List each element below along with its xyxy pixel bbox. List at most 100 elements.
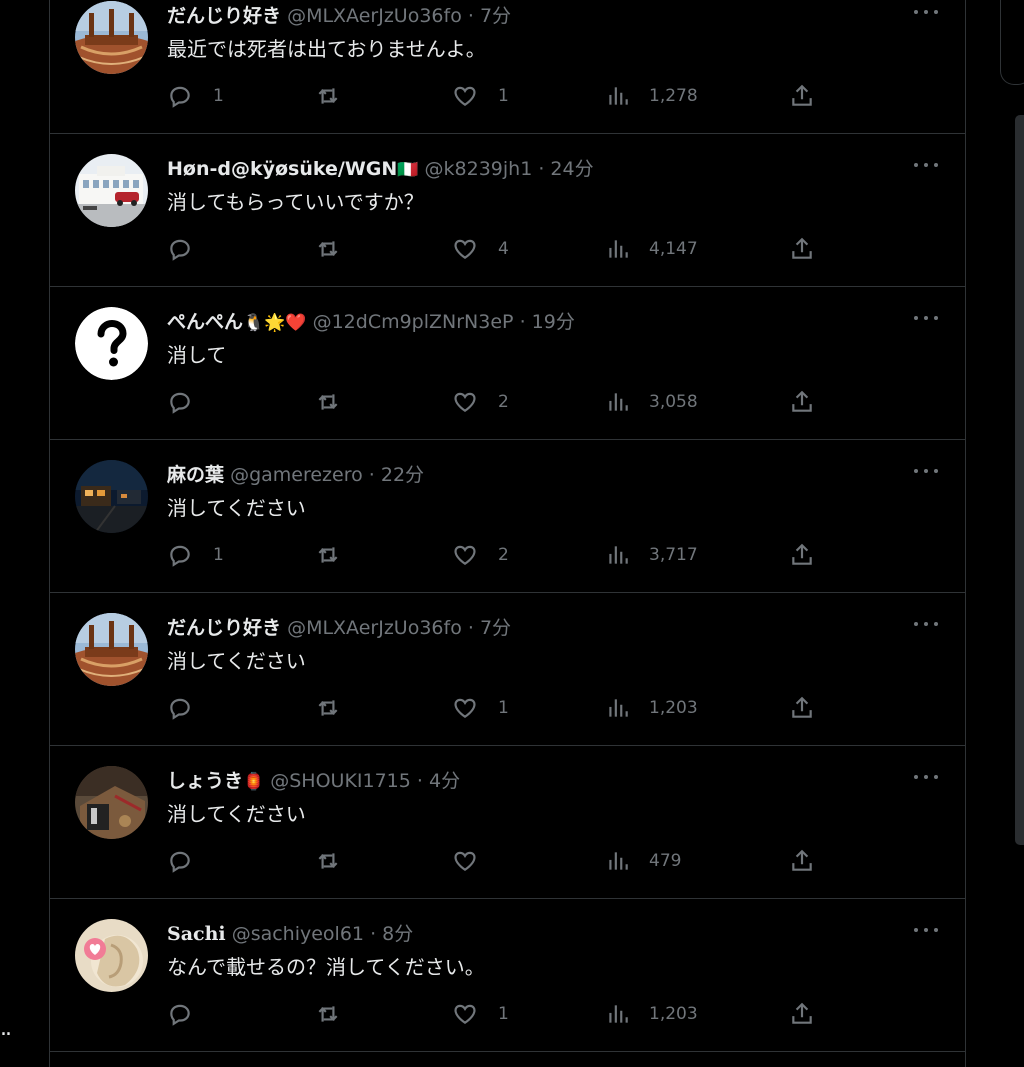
- reply-icon: [170, 86, 190, 108]
- reply-button[interactable]: 1: [167, 540, 224, 570]
- display-name[interactable]: だんじり好き: [167, 617, 281, 639]
- retweet-icon: [318, 700, 338, 716]
- tweet-header: だんじり好き @MLXAerJzUo36fo · 7分: [167, 3, 511, 30]
- tweet-2[interactable]: Høn-d@kÿøsüke/WGN🇮🇹 @k8239jh1 · 24分 消しても…: [50, 134, 965, 287]
- retweet-icon: [318, 394, 338, 410]
- tweet-7[interactable]: Sachi @sachiyeol61 · 8分 なんで載せるの？消してください。…: [50, 899, 965, 1052]
- retweet-button[interactable]: [315, 846, 361, 876]
- like-button[interactable]: 1: [452, 999, 509, 1029]
- display-name[interactable]: 麻の葉: [167, 464, 224, 486]
- reply-button[interactable]: [167, 999, 213, 1029]
- views-button[interactable]: 1,203: [605, 693, 698, 723]
- timestamp[interactable]: 4分: [429, 770, 460, 792]
- like-count: 2: [498, 392, 509, 412]
- separator-dot: ·: [370, 923, 377, 945]
- share-button[interactable]: [789, 846, 815, 876]
- share-button[interactable]: [789, 999, 815, 1029]
- reply-count: 1: [213, 86, 224, 106]
- retweet-button[interactable]: [315, 234, 361, 264]
- avatar[interactable]: [75, 154, 148, 227]
- avatar[interactable]: [75, 613, 148, 686]
- heart-icon: [454, 698, 476, 718]
- sidebar-more-dots[interactable]: ..: [0, 1016, 12, 1041]
- views-button[interactable]: 3,058: [605, 387, 698, 417]
- tweet-5[interactable]: だんじり好き @MLXAerJzUo36fo · 7分 消してください 1 1,…: [50, 593, 965, 746]
- handle[interactable]: @gamerezero: [230, 464, 363, 486]
- reply-button[interactable]: [167, 846, 213, 876]
- avatar[interactable]: [75, 460, 148, 533]
- like-button[interactable]: 2: [452, 387, 509, 417]
- reply-button[interactable]: [167, 693, 213, 723]
- timestamp[interactable]: 19分: [532, 311, 575, 333]
- views-icon: [609, 699, 628, 717]
- like-button[interactable]: 2: [452, 540, 509, 570]
- scrollbar[interactable]: [1015, 115, 1024, 845]
- like-button[interactable]: 4: [452, 234, 509, 264]
- handle[interactable]: @SHOUKI1715: [270, 770, 411, 792]
- retweet-button[interactable]: [315, 81, 361, 111]
- share-button[interactable]: [789, 540, 815, 570]
- like-button[interactable]: 1: [452, 81, 509, 111]
- views-button[interactable]: 1,203: [605, 999, 698, 1029]
- avatar[interactable]: [75, 307, 148, 380]
- display-name[interactable]: だんじり好き: [167, 5, 281, 27]
- more-icon[interactable]: [914, 160, 938, 170]
- reply-button[interactable]: 1: [167, 81, 224, 111]
- display-name[interactable]: ぺんぺん: [167, 311, 243, 333]
- retweet-button[interactable]: [315, 999, 361, 1029]
- more-icon[interactable]: [914, 925, 938, 935]
- view-count: 3,058: [649, 392, 698, 412]
- tweet-4[interactable]: 麻の葉 @gamerezero · 22分 消してください 1 2 3,717: [50, 440, 965, 593]
- views-button[interactable]: 4,147: [605, 234, 698, 264]
- views-icon: [609, 1005, 628, 1023]
- more-icon[interactable]: [914, 772, 938, 782]
- timestamp[interactable]: 24分: [550, 158, 593, 180]
- avatar[interactable]: [75, 1, 148, 74]
- reply-icon: [170, 239, 190, 261]
- like-count: 1: [498, 86, 509, 106]
- view-count: 4,147: [649, 239, 698, 259]
- tweet-1[interactable]: だんじり好き @MLXAerJzUo36fo · 7分 最近では死者は出ておりま…: [50, 0, 965, 134]
- view-count: 479: [649, 851, 682, 871]
- tweet-3[interactable]: ぺんぺん🐧🌟❤️ @12dCm9plZNrN3eP · 19分 消して 2 3,…: [50, 287, 965, 440]
- timestamp[interactable]: 7分: [480, 617, 511, 639]
- share-button[interactable]: [789, 387, 815, 417]
- share-button[interactable]: [789, 81, 815, 111]
- avatar[interactable]: [75, 766, 148, 839]
- more-icon[interactable]: [914, 313, 938, 323]
- like-button[interactable]: [452, 846, 498, 876]
- handle[interactable]: @k8239jh1: [425, 158, 533, 180]
- retweet-button[interactable]: [315, 540, 361, 570]
- more-icon[interactable]: [914, 619, 938, 629]
- reply-button[interactable]: [167, 387, 213, 417]
- views-button[interactable]: 3,717: [605, 540, 698, 570]
- retweet-button[interactable]: [315, 387, 361, 417]
- handle[interactable]: @12dCm9plZNrN3eP: [313, 311, 514, 333]
- share-icon: [792, 237, 812, 259]
- action-bar: 4 4,147: [167, 234, 827, 264]
- handle[interactable]: @sachiyeol61: [232, 923, 364, 945]
- more-icon[interactable]: [914, 466, 938, 476]
- more-icon[interactable]: [914, 7, 938, 17]
- timestamp[interactable]: 22分: [381, 464, 424, 486]
- handle[interactable]: @MLXAerJzUo36fo: [287, 617, 462, 639]
- views-button[interactable]: 1,278: [605, 81, 698, 111]
- tweet-6[interactable]: しょうき🏮 @SHOUKI1715 · 4分 消してください 479: [50, 746, 965, 899]
- action-bar: 1 1,203: [167, 693, 827, 723]
- display-name[interactable]: Høn-d@kÿøsüke/WGN: [167, 158, 397, 180]
- like-count: 1: [498, 698, 509, 718]
- timestamp[interactable]: 7分: [480, 5, 511, 27]
- heart-icon: [454, 851, 476, 871]
- display-name[interactable]: Sachi: [167, 923, 226, 945]
- views-button[interactable]: 479: [605, 846, 681, 876]
- like-button[interactable]: 1: [452, 693, 509, 723]
- handle[interactable]: @MLXAerJzUo36fo: [287, 5, 462, 27]
- display-name[interactable]: しょうき: [167, 770, 243, 792]
- share-button[interactable]: [789, 234, 815, 264]
- retweet-button[interactable]: [315, 693, 361, 723]
- timestamp[interactable]: 8分: [382, 923, 413, 945]
- reply-feed: だんじり好き @MLXAerJzUo36fo · 7分 最近では死者は出ておりま…: [49, 0, 966, 1067]
- share-button[interactable]: [789, 693, 815, 723]
- reply-button[interactable]: [167, 234, 213, 264]
- avatar[interactable]: [75, 919, 148, 992]
